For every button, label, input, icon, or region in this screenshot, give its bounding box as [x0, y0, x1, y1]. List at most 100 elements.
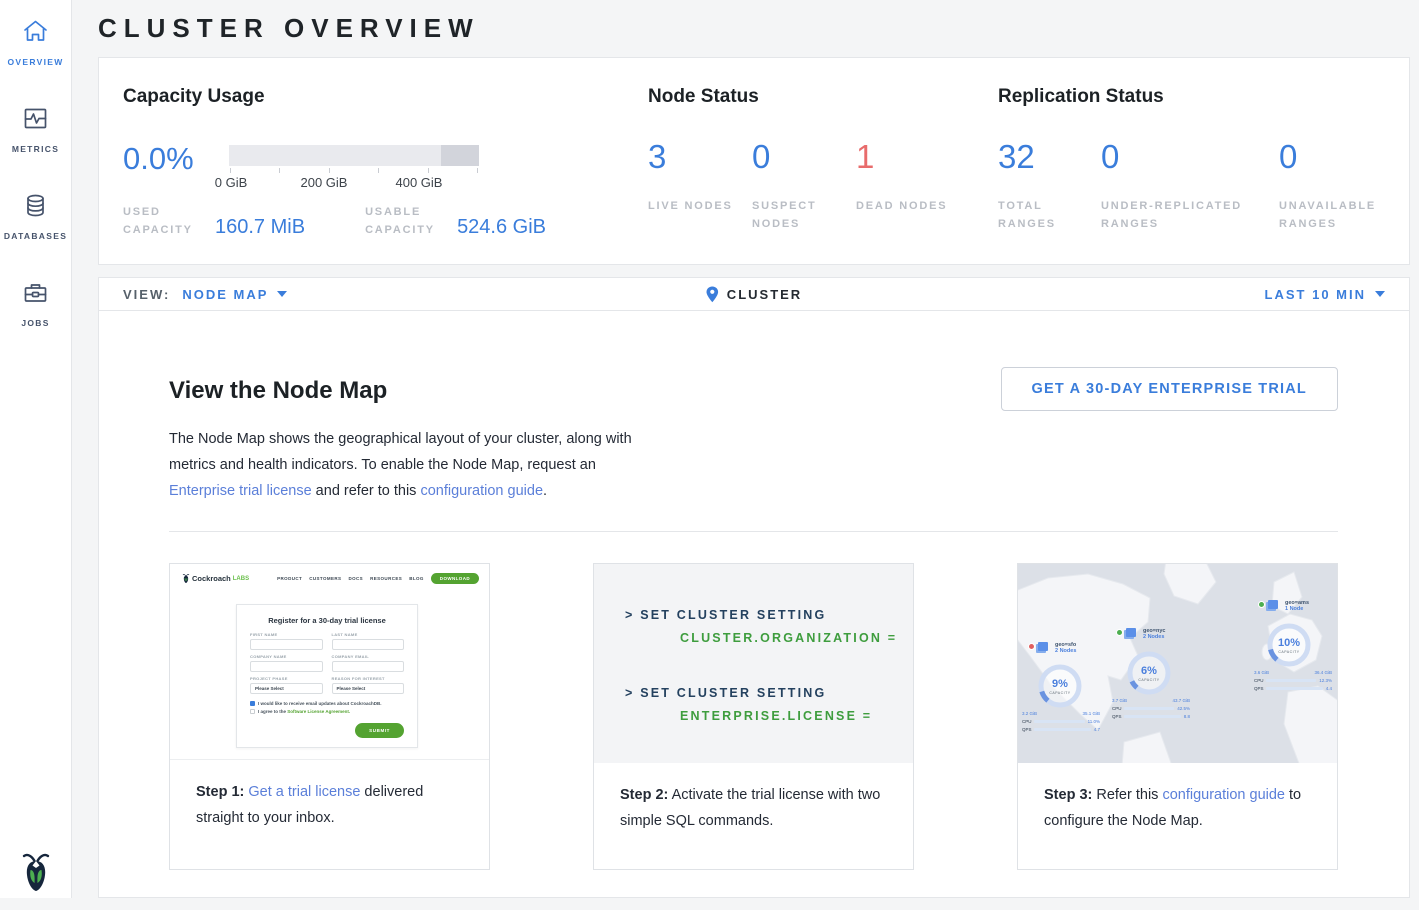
suspect-nodes-label: SUSPECT NODES — [752, 197, 844, 233]
map-node-ams-stats: 3.6 GiB36.4 GiB CPU12.3% QPS4.4 — [1254, 670, 1332, 694]
map-pin-icon — [706, 286, 719, 303]
cpu-value: 12.3% — [1319, 678, 1332, 683]
cpu-value: 42.5% — [1177, 706, 1190, 711]
sidebar-item-metrics[interactable]: METRICS — [0, 105, 72, 154]
dead-nodes-label: DEAD NODES — [856, 197, 948, 215]
qps-label: QPS — [1112, 714, 1124, 719]
tick-label: 200 GiB — [301, 175, 348, 190]
map-node-sfo: geo=sfo 2 Nodes — [1028, 642, 1076, 654]
qps-value: 4.7 — [1094, 727, 1100, 732]
map-node-ams: geo=ams 1 Node — [1258, 600, 1309, 612]
sql-commands-graphic: > SET CLUSTER SETTING CLUSTER.ORGANIZATI… — [594, 564, 913, 763]
cpu-label: CPU — [1254, 678, 1266, 683]
qps-value: 8.8 — [1184, 714, 1190, 719]
unavailable-ranges-label: UNAVAILABLE RANGES — [1279, 197, 1371, 233]
total-ranges-cell: 32 TOTAL RANGES — [998, 138, 1101, 233]
node-map-panel: View the Node Map GET A 30-DAY ENTERPRIS… — [98, 311, 1410, 898]
qps-label: QPS — [1022, 727, 1034, 732]
select-input: Please Select — [332, 683, 405, 694]
view-selector-dropdown[interactable]: NODE MAP — [182, 287, 287, 302]
node-count: 1 Node — [1285, 606, 1309, 612]
capacity-bar — [229, 145, 479, 166]
cpu-value: 11.0% — [1088, 719, 1100, 724]
page-title: CLUSTER OVERVIEW — [98, 13, 480, 44]
used-capacity: 3.7 GiB — [1112, 698, 1127, 703]
step-number: Step 1: — [196, 784, 244, 800]
text-input — [250, 639, 323, 650]
checkbox-checked — [250, 701, 255, 706]
capacity-label: CAPACITY — [1138, 678, 1159, 682]
step-2-card: > SET CLUSTER SETTING CLUSTER.ORGANIZATI… — [593, 563, 914, 870]
view-label: VIEW: — [123, 287, 170, 302]
nav-item: PRODUCT — [277, 576, 302, 581]
qps-value: 4.4 — [1326, 686, 1332, 691]
replication-status-title: Replication Status — [998, 86, 1371, 108]
get-trial-license-link[interactable]: Get a trial license — [248, 784, 360, 800]
field-label: FIRST NAME — [250, 632, 323, 637]
sidebar-item-jobs[interactable]: JOBS — [0, 279, 72, 328]
enterprise-trial-license-link[interactable]: Enterprise trial license — [169, 483, 312, 499]
node-map-description: The Node Map shows the geographical layo… — [169, 426, 643, 504]
sql-command: SET CLUSTER SETTING — [640, 686, 826, 700]
briefcase-icon — [22, 279, 49, 311]
metrics-icon — [22, 105, 49, 137]
step-number: Step 2: — [620, 787, 668, 803]
description-text: The Node Map shows the geographical layo… — [169, 431, 632, 473]
form-title: Register for a 30-day trial license — [250, 616, 404, 625]
cockroach-labs-logo — [0, 850, 72, 894]
nav-item: DOCS — [348, 576, 363, 581]
configuration-guide-link[interactable]: configuration guide — [1162, 787, 1285, 803]
prompt-symbol: > — [625, 608, 635, 622]
cpu-label: CPU — [1112, 706, 1124, 711]
prompt-symbol: > — [625, 686, 635, 700]
step-2-caption: Step 2: Activate the trial license with … — [594, 763, 913, 834]
qps-label: QPS — [1254, 686, 1266, 691]
node-status-section: Node Status 3 LIVE NODES 0 SUSPECT NODES… — [648, 86, 998, 264]
cpu-label: CPU — [1022, 719, 1034, 724]
unavailable-ranges-cell: 0 UNAVAILABLE RANGES — [1279, 138, 1371, 233]
used-capacity-value: 160.7 MiB — [215, 216, 305, 239]
node-status-title: Node Status — [648, 86, 998, 108]
brand-text: Cockroach — [192, 574, 231, 583]
dead-status-dot — [1028, 643, 1035, 650]
license-agreement-link: Software License Agreement. — [287, 709, 350, 714]
under-replicated-ranges-value: 0 — [1101, 138, 1279, 176]
checkbox-label: I would like to receive email updates ab… — [258, 701, 382, 706]
total-ranges-label: TOTAL RANGES — [998, 197, 1090, 233]
sidebar-item-overview[interactable]: OVERVIEW — [0, 18, 72, 67]
map-node-sfo-stats: 3.2 GiB35.1 GiB CPU11.0% QPS4.7 — [1022, 711, 1100, 735]
sidebar-item-label: METRICS — [12, 144, 59, 154]
sidebar-item-label: DATABASES — [4, 231, 67, 241]
nav-item: CUSTOMERS — [309, 576, 341, 581]
unavailable-ranges-value: 0 — [1279, 138, 1371, 176]
capacity-percent: 9% — [1052, 678, 1068, 690]
capacity-label: CAPACITY — [1278, 650, 1299, 654]
dead-nodes-cell: 1 DEAD NODES — [856, 138, 948, 233]
under-replicated-ranges-cell: 0 UNDER-REPLICATED RANGES — [1101, 138, 1279, 233]
live-status-dot — [1116, 629, 1123, 636]
capacity-label: CAPACITY — [1049, 691, 1070, 695]
node-map-heading: View the Node Map — [169, 377, 387, 405]
usable-capacity-value: 524.6 GiB — [457, 216, 546, 239]
time-range-dropdown[interactable]: LAST 10 MIN — [1265, 287, 1385, 302]
capacity-gauge-ams: 10% CAPACITY — [1266, 622, 1312, 668]
scope-label: CLUSTER — [727, 287, 802, 302]
capacity-usage-title: Capacity Usage — [123, 86, 648, 108]
sidebar: OVERVIEW METRICS DATABASES — [0, 0, 72, 910]
divider — [169, 531, 1338, 532]
usable-capacity-label: USABLE CAPACITY — [365, 203, 457, 239]
get-enterprise-trial-button[interactable]: GET A 30-DAY ENTERPRISE TRIAL — [1001, 367, 1338, 411]
field-label: PROJECT PHASE — [250, 676, 323, 681]
capacity-bar-ticks — [229, 168, 479, 173]
tick-label: 400 GiB — [396, 175, 443, 190]
home-icon — [22, 18, 49, 50]
checkbox-label: I agree to the Software License Agreemen… — [258, 709, 350, 714]
sql-command: SET CLUSTER SETTING — [640, 608, 826, 622]
configuration-guide-link[interactable]: configuration guide — [420, 483, 543, 499]
replication-status-section: Replication Status 32 TOTAL RANGES 0 UND… — [998, 86, 1371, 264]
sidebar-item-databases[interactable]: DATABASES — [0, 192, 72, 241]
nav-item: BLOG — [409, 576, 424, 581]
text-input — [250, 661, 323, 672]
used-capacity: 3.2 GiB — [1022, 711, 1037, 716]
field-label: COMPANY NAME — [250, 654, 323, 659]
